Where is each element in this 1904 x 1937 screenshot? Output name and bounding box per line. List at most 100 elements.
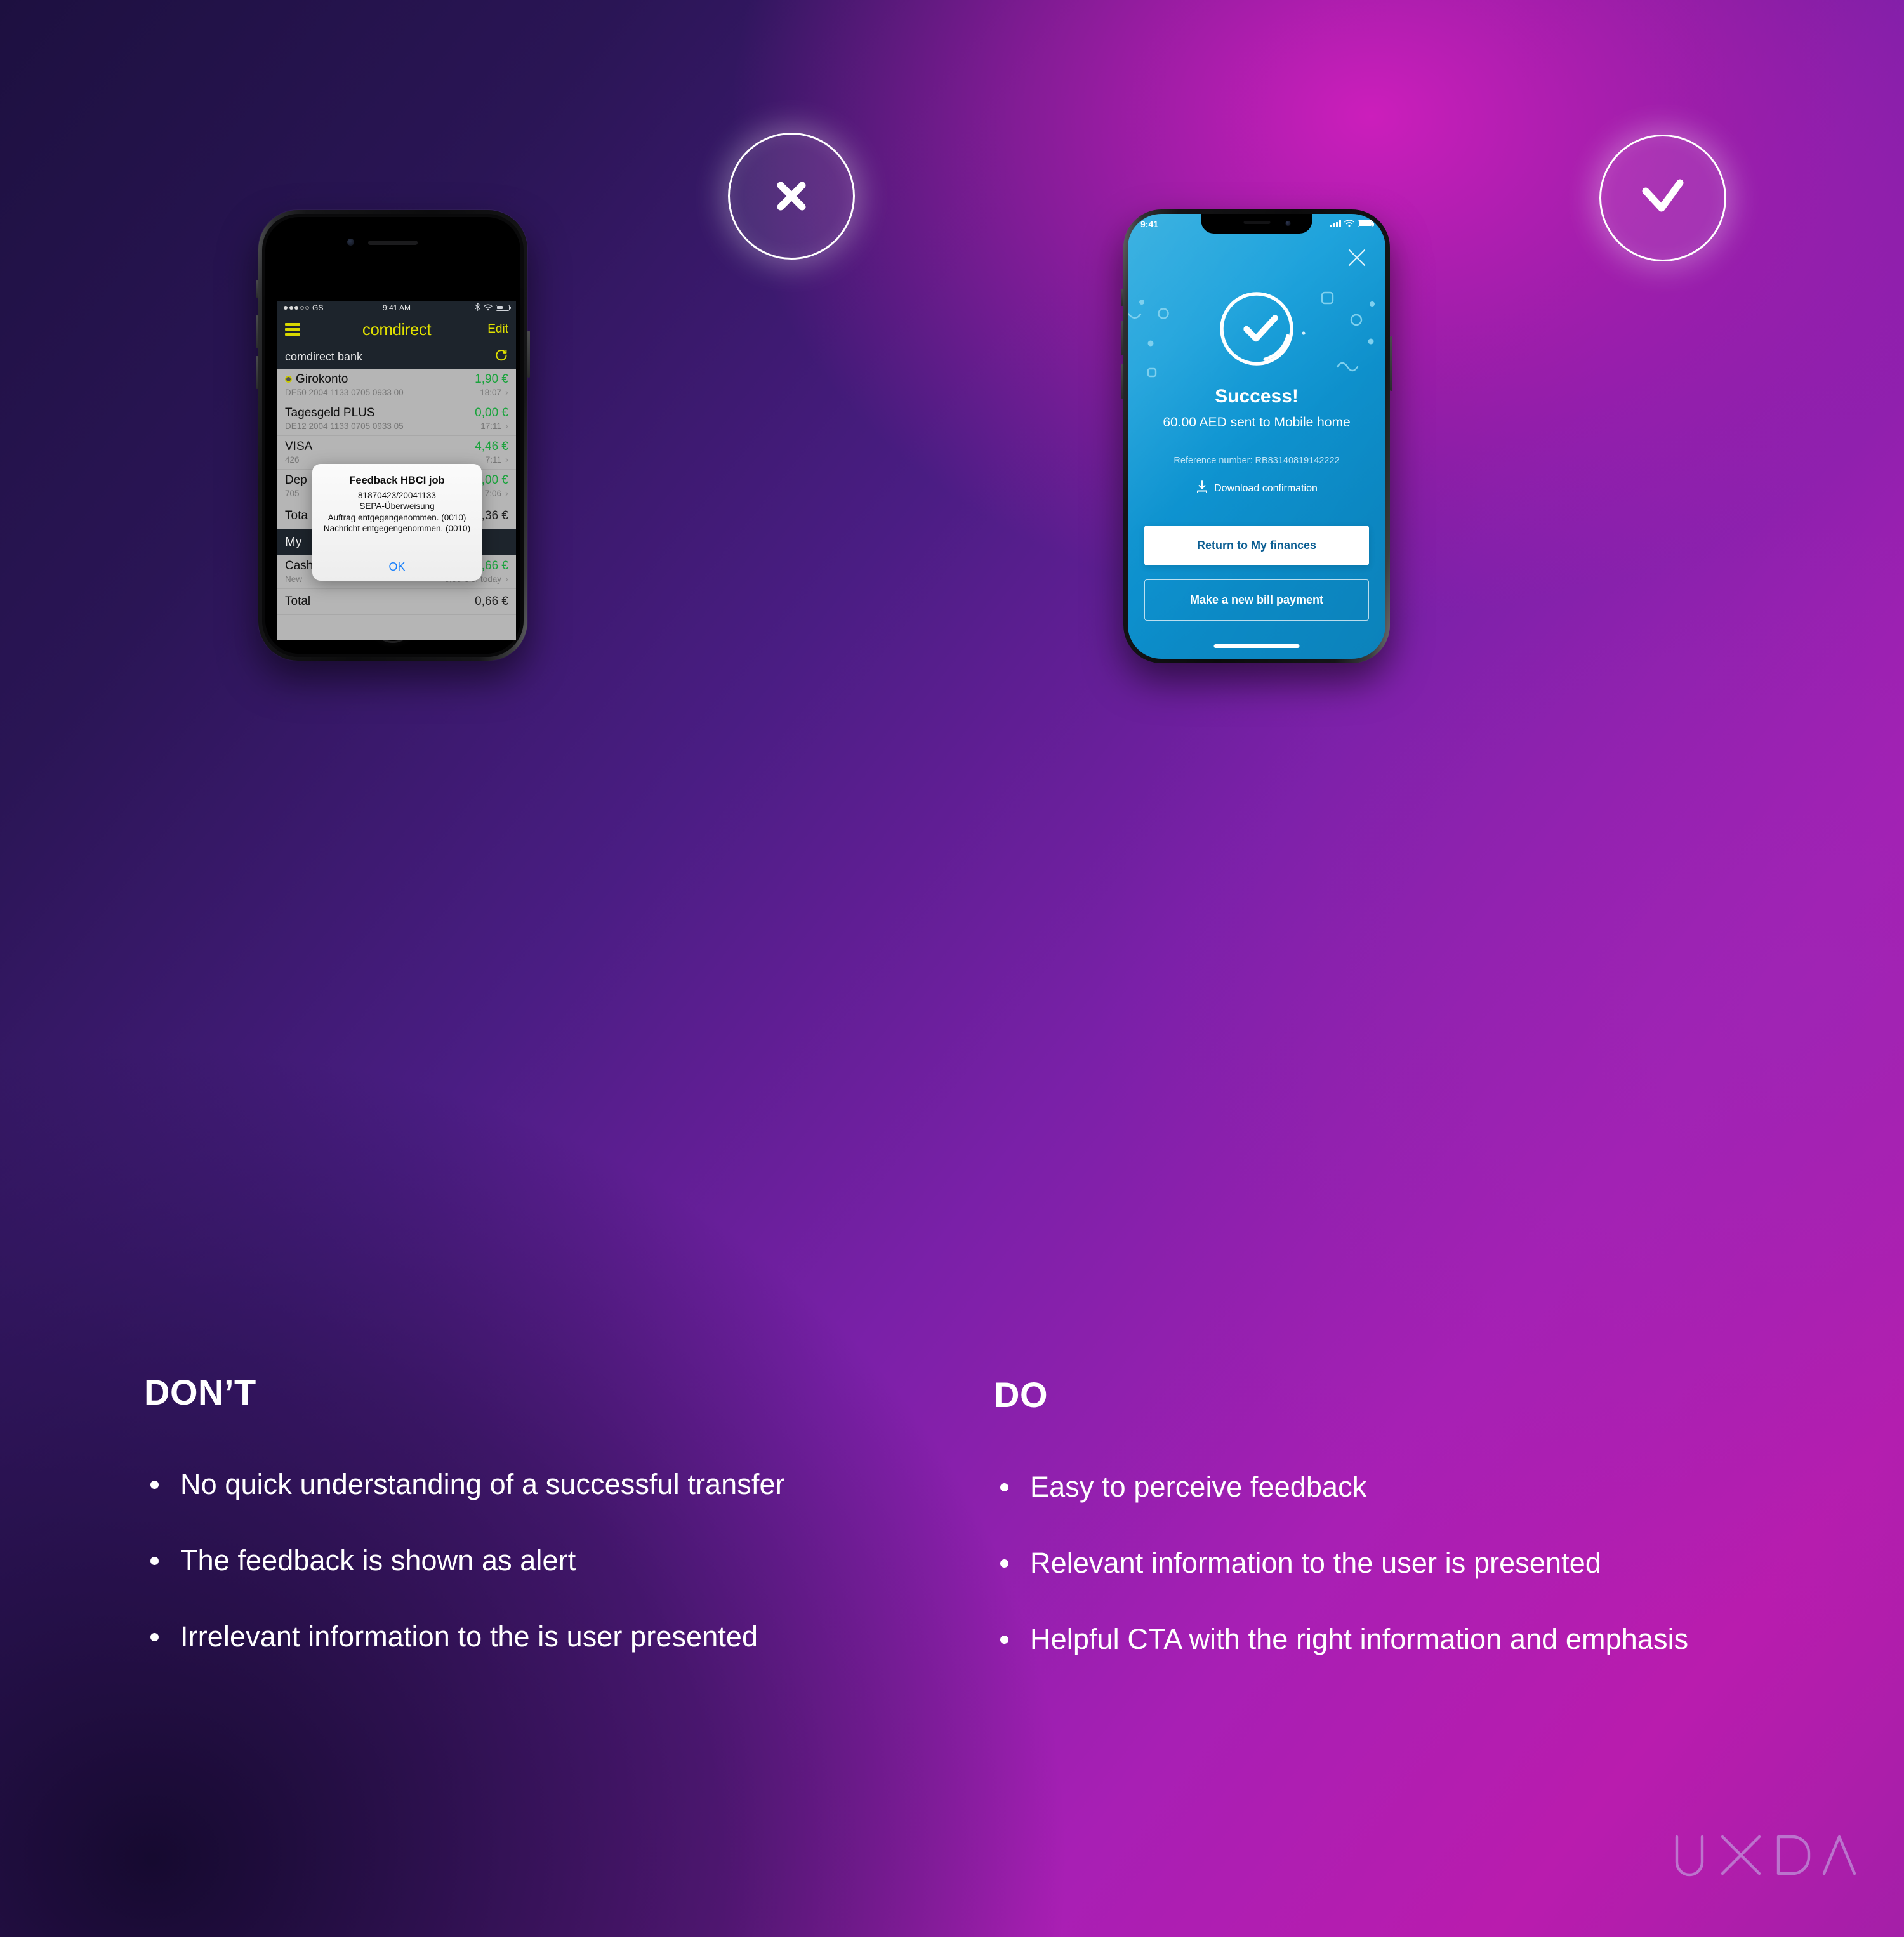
page-title: Success! [1215, 386, 1299, 407]
dont-list: No quick understanding of a successful t… [144, 1465, 880, 1656]
list-item: The feedback is shown as alert [144, 1541, 880, 1580]
download-icon [1196, 480, 1208, 497]
uxda-logo [1673, 1832, 1857, 1888]
account-amount: ,00 € [481, 473, 508, 487]
right-phone-mockup: 9:41 Success! 60.00 AED sent to Mobile h… [1121, 209, 1392, 663]
alert-title: Feedback HBCI job [349, 475, 445, 486]
reference-number: Reference number: RB83140819142222 [1173, 456, 1340, 466]
cta-group: Return to My finances Make a new bill pa… [1144, 526, 1369, 621]
list-item: Relevant information to the user is pres… [994, 1544, 1813, 1583]
comdirect-brand-logo: comdirect [362, 319, 432, 339]
chevron-right-icon: › [505, 488, 508, 499]
power-button [1390, 336, 1392, 391]
comdirect-app-screenshot: GS 9:41 AM comdirect Edit comdirect bank… [277, 301, 516, 640]
accounts-total-label: Tota [285, 509, 308, 522]
success-subtitle: 60.00 AED sent to Mobile home [1163, 415, 1351, 430]
dont-badge [728, 133, 855, 260]
list-item: No quick understanding of a successful t… [144, 1465, 880, 1504]
alert-line-1: 81870423/20041133 [358, 491, 436, 500]
table-row[interactable]: Girokonto 1,90 € DE50 2004 1133 0705 093… [277, 369, 516, 402]
selected-indicator-icon [285, 376, 292, 383]
cellular-bars-icon [1330, 220, 1341, 227]
cash-total-label: Total [285, 595, 311, 608]
dont-heading: DON’T [144, 1372, 256, 1412]
account-time: 7:11 [485, 455, 501, 465]
refresh-icon[interactable] [494, 348, 508, 366]
mute-switch [1121, 289, 1123, 306]
check-icon [1642, 179, 1684, 212]
volume-down-button [1121, 364, 1123, 399]
account-amount: 4,46 € [475, 440, 508, 453]
make-new-bill-payment-button[interactable]: Make a new bill payment [1144, 579, 1369, 621]
volume-up-button [256, 315, 258, 348]
cash-total-amount: 0,66 € [475, 595, 508, 608]
bluetooth-icon [475, 302, 480, 313]
do-list: Easy to perceive feedback Relevant infor… [994, 1467, 1813, 1659]
chevron-right-icon: › [505, 454, 508, 465]
account-iban: DE50 2004 1133 0705 0933 00 [285, 388, 404, 397]
volume-up-button [1121, 321, 1123, 355]
download-confirmation-link[interactable]: Download confirmation [1128, 480, 1385, 497]
account-time: 7:06 [484, 489, 501, 498]
dont-column: DON’T No quick understanding of a succes… [144, 1372, 880, 1693]
do-heading: DO [994, 1375, 1048, 1415]
account-iban: 705 [285, 489, 300, 498]
account-iban: 426 [285, 455, 300, 465]
alert-line-4: Nachricht entgegengenommen. (0010) [323, 523, 471, 533]
account-time: 18:07 [480, 388, 501, 397]
chevron-right-icon: › [505, 387, 508, 398]
success-content: Success! 60.00 AED sent to Mobile home R… [1128, 289, 1385, 497]
list-item: Helpful CTA with the right information a… [994, 1620, 1813, 1659]
wifi-icon [1344, 219, 1354, 229]
alert-line-2: SEPA-Überweisung [359, 501, 435, 512]
download-label: Download confirmation [1214, 482, 1318, 494]
table-row[interactable]: Tagesgeld PLUS 0,00 € DE12 2004 1133 070… [277, 402, 516, 436]
carrier-label: GS [312, 303, 324, 312]
ios-alert-dialog: Feedback HBCI job 81870423/20041133 SEPA… [312, 464, 482, 581]
home-indicator[interactable] [1213, 644, 1300, 648]
left-phone-mockup: GS 9:41 AM comdirect Edit comdirect bank… [256, 210, 530, 661]
list-item: Irrelevant information to the is user pr… [144, 1617, 880, 1656]
success-screen: 9:41 Success! 60.00 AED sent to Mobile h… [1128, 214, 1385, 659]
earpiece-speaker [368, 241, 418, 245]
power-button [527, 331, 530, 378]
front-camera-icon [347, 239, 354, 246]
account-amount: 0,00 € [475, 406, 508, 420]
account-name: Girokonto [296, 373, 348, 386]
wifi-icon [484, 304, 493, 311]
cash-total-row: Total 0,66 € [277, 589, 516, 615]
return-to-my-finances-button[interactable]: Return to My finances [1144, 526, 1369, 565]
status-time: 9:41 [1140, 218, 1159, 229]
mute-switch [256, 280, 258, 298]
app-nav-bar: comdirect Edit [277, 314, 516, 345]
list-item: Easy to perceive feedback [994, 1467, 1813, 1507]
signal-dots-icon [284, 305, 309, 310]
ios-status-bar: 9:41 [1128, 214, 1385, 234]
cash-row-sub: New [285, 574, 303, 584]
alert-ok-button[interactable]: OK [312, 553, 482, 581]
battery-icon [1358, 220, 1375, 228]
account-amount: 1,90 € [475, 373, 508, 386]
alert-line-3: Auftrag entgegengenommen. (0010) [327, 512, 466, 522]
list-empty-space [277, 615, 516, 640]
account-name: VISA [285, 440, 313, 453]
check-circle-icon [1217, 292, 1297, 371]
edit-button[interactable]: Edit [487, 322, 508, 336]
chevron-right-icon: › [505, 421, 508, 432]
bank-name-label: comdirect bank [285, 350, 363, 363]
chevron-right-icon: › [505, 574, 508, 585]
hamburger-menu-icon[interactable] [285, 323, 300, 336]
close-x-icon[interactable] [1346, 247, 1368, 272]
do-badge [1599, 135, 1726, 261]
account-time: 17:11 [480, 421, 501, 431]
volume-down-button [256, 356, 258, 389]
do-column: DO Easy to perceive feedback Relevant in… [994, 1374, 1813, 1696]
account-iban: DE12 2004 1133 0705 0933 05 [285, 421, 404, 431]
battery-icon [496, 304, 512, 311]
close-x-icon [777, 182, 806, 211]
bank-subheader: comdirect bank [277, 345, 516, 369]
ios-status-bar: GS 9:41 AM [277, 301, 516, 314]
status-time: 9:41 AM [382, 303, 411, 312]
account-name: Dep [285, 473, 307, 487]
account-name: Tagesgeld PLUS [285, 406, 375, 420]
